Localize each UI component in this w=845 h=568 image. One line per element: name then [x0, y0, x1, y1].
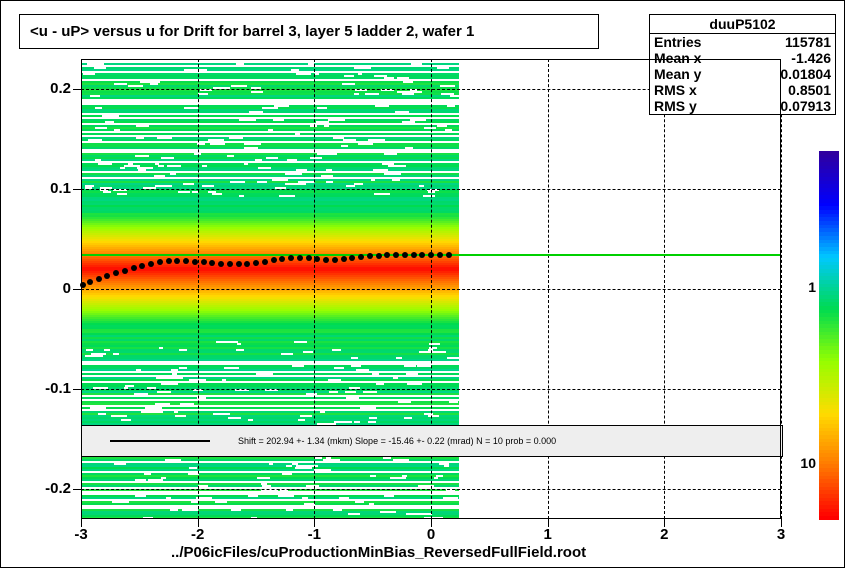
profile-marker	[148, 261, 154, 267]
stats-rmsx: RMS x0.8501	[650, 82, 835, 98]
profile-marker	[253, 260, 259, 266]
x-tick-label: 2	[644, 526, 684, 543]
profile-marker	[323, 257, 329, 263]
profile-marker	[279, 256, 285, 262]
y-tick-label: -0.1	[31, 380, 71, 397]
stats-meanx: Mean x-1.426	[650, 50, 835, 66]
stats-histogram-name: duuP5102	[650, 15, 835, 34]
y-tick-label: -0.2	[31, 480, 71, 497]
x-axis-caption: ../P06icFiles/cuProductionMinBias_Revers…	[171, 544, 586, 561]
profile-marker	[349, 255, 355, 261]
profile-marker	[244, 261, 250, 267]
colorbar-tick-label: 10	[800, 455, 816, 471]
profile-marker	[183, 258, 189, 264]
y-tick-label: 0	[31, 280, 71, 297]
colorbar-tick-label: 1	[808, 279, 816, 295]
profile-marker	[428, 252, 434, 258]
profile-marker	[288, 255, 294, 261]
profile-marker	[384, 252, 390, 258]
y-tick-label: 0.2	[31, 80, 71, 97]
profile-marker	[306, 255, 312, 261]
stats-entries: Entries115781	[650, 34, 835, 50]
chart-window: <u - uP> versus u for Drift for barrel 3…	[0, 0, 845, 568]
x-tick-label: 0	[411, 526, 451, 543]
profile-marker	[131, 265, 137, 271]
stats-rmsy: RMS y0.07913	[650, 98, 835, 114]
x-tick-label: 1	[528, 526, 568, 543]
legend-sample-line	[110, 440, 210, 442]
x-tick-label: -3	[61, 526, 101, 543]
x-tick-label: -1	[294, 526, 334, 543]
chart-title: <u - uP> versus u for Drift for barrel 3…	[30, 23, 474, 40]
profile-marker	[104, 273, 110, 279]
profile-marker	[96, 276, 102, 282]
profile-marker	[419, 252, 425, 258]
profile-marker	[139, 263, 145, 269]
x-tick-label: -2	[178, 526, 218, 543]
profile-marker	[411, 252, 417, 258]
profile-marker	[166, 258, 172, 264]
x-tick-label: 3	[761, 526, 801, 543]
profile-marker	[358, 254, 364, 260]
profile-marker	[201, 259, 207, 265]
profile-marker	[271, 257, 277, 263]
profile-marker	[236, 261, 242, 267]
profile-marker	[174, 258, 180, 264]
profile-marker	[393, 252, 399, 258]
chart-title-box: <u - uP> versus u for Drift for barrel 3…	[19, 14, 599, 49]
stats-box: duuP5102 Entries115781 Mean x-1.426 Mean…	[649, 14, 836, 115]
profile-marker	[314, 256, 320, 262]
profile-marker	[218, 261, 224, 267]
y-tick-label: 0.1	[31, 180, 71, 197]
legend-box: Shift = 202.94 +- 1.34 (mkm) Slope = -15…	[81, 425, 783, 457]
colorbar	[819, 151, 839, 521]
stats-meany: Mean y0.01804	[650, 66, 835, 82]
legend-text: Shift = 202.94 +- 1.34 (mkm) Slope = -15…	[238, 436, 556, 446]
plot-area: Shift = 202.94 +- 1.34 (mkm) Slope = -15…	[81, 59, 781, 519]
profile-marker	[209, 260, 215, 266]
profile-marker	[376, 253, 382, 259]
profile-marker	[341, 256, 347, 262]
profile-marker	[446, 252, 452, 258]
profile-marker	[113, 270, 119, 276]
